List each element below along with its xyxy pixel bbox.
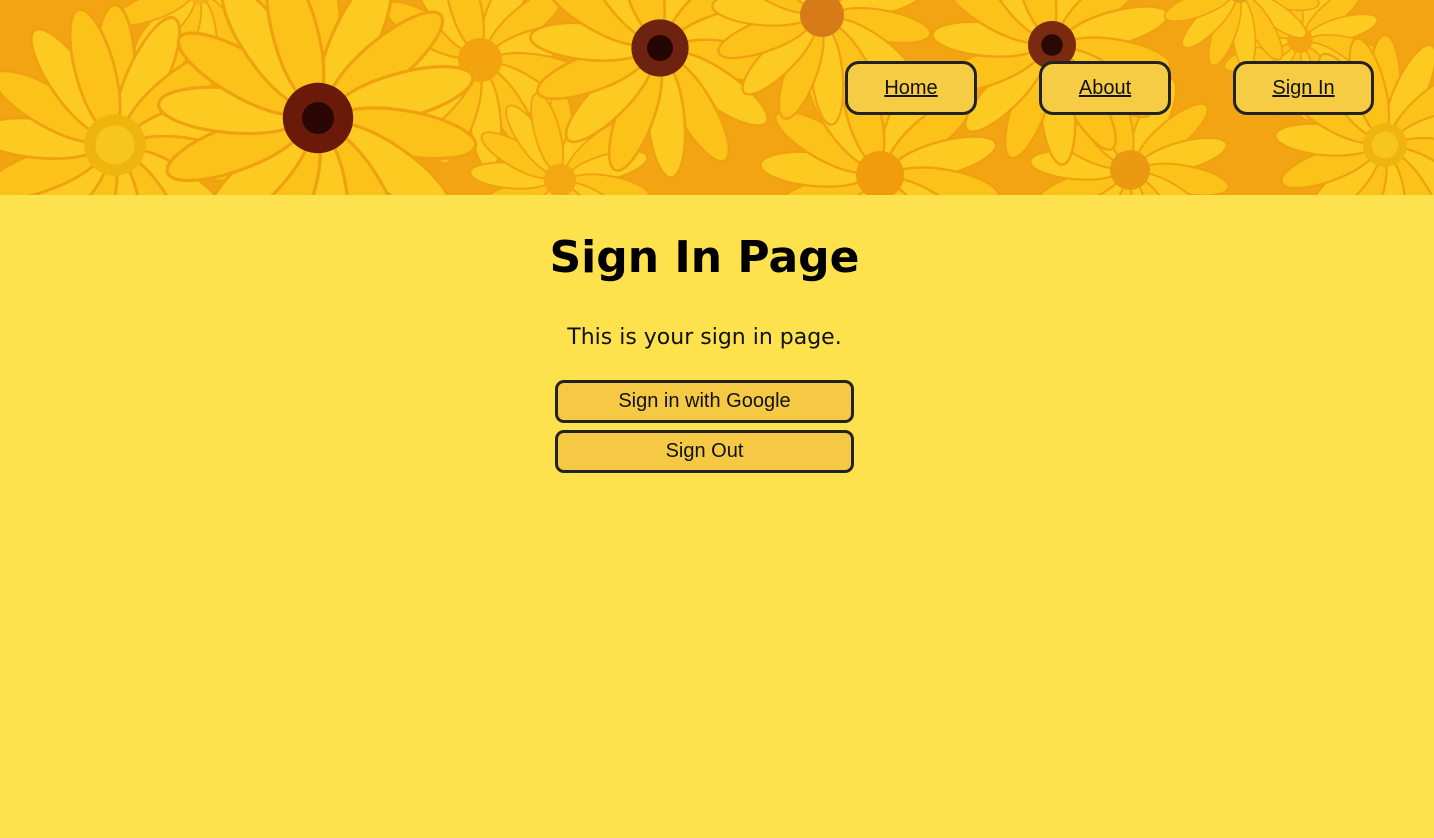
header-banner: Home About Sign In bbox=[0, 0, 1434, 195]
sign-in-with-google-button[interactable]: Sign in with Google bbox=[555, 380, 854, 423]
nav-home-link[interactable]: Home bbox=[845, 61, 977, 115]
page-title: Sign In Page bbox=[549, 232, 860, 283]
sign-out-button[interactable]: Sign Out bbox=[555, 430, 854, 473]
nav-about-link[interactable]: About bbox=[1039, 61, 1171, 115]
nav-signin-link[interactable]: Sign In bbox=[1233, 61, 1374, 115]
flower-banner-image bbox=[0, 0, 1434, 195]
page-subtitle: This is your sign in page. bbox=[567, 325, 842, 350]
